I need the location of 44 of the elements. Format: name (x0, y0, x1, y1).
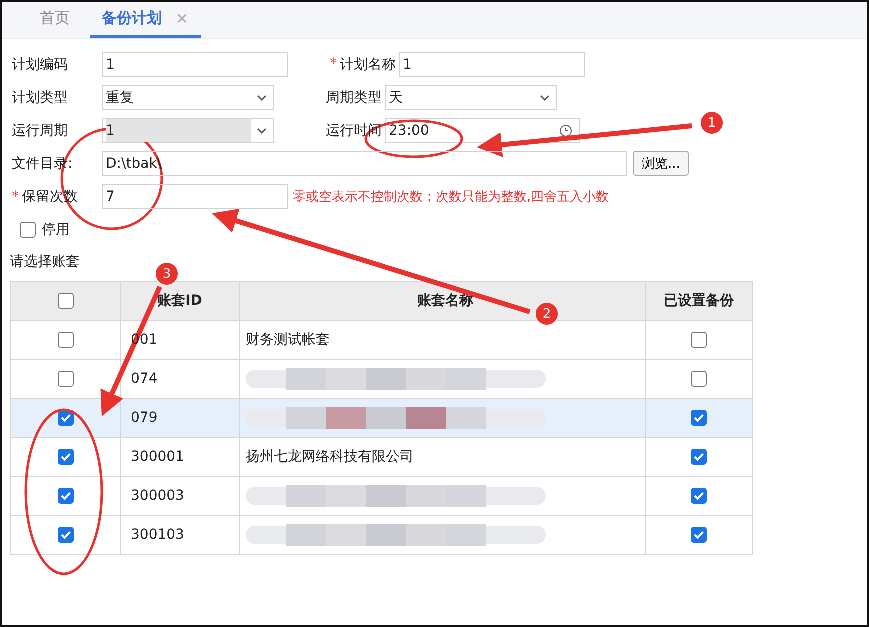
column-header: 已设置备份 (646, 282, 752, 320)
field-label: 运行周期 (12, 122, 69, 140)
field-label: 周期类型 (325, 88, 383, 106)
checkbox[interactable] (58, 488, 74, 504)
table-cell: 300001 (131, 449, 184, 465)
table-cell: 扬州七龙网络科技有限公司 (240, 438, 646, 476)
table-cell: 300103 (131, 527, 184, 543)
checkbox[interactable] (58, 449, 74, 466)
table-cell: 300003 (131, 488, 184, 504)
input-field[interactable]: 1 (399, 52, 585, 77)
caret-icon (257, 94, 267, 100)
tab[interactable]: 备份计划 ✕ (90, 9, 201, 38)
field-label: 计划名称 (340, 56, 396, 74)
checkbox[interactable] (20, 222, 36, 238)
checkbox[interactable] (691, 488, 707, 504)
number-badge: 1 (701, 112, 723, 134)
input-field[interactable]: 1 (102, 52, 288, 77)
checkbox[interactable] (58, 527, 74, 544)
required-mark: * (330, 56, 337, 74)
clock-icon (559, 124, 573, 138)
required-mark: * (12, 188, 19, 204)
field-label: 计划类型 (12, 88, 69, 106)
checkbox[interactable] (58, 371, 74, 388)
caret-icon (540, 94, 550, 100)
checkbox[interactable] (691, 449, 707, 466)
checkbox[interactable] (58, 293, 74, 310)
browse-button[interactable]: 浏览... (633, 151, 690, 176)
section-title: 请选择账套 (10, 253, 81, 271)
caret-icon (257, 128, 267, 134)
table-cell: 079 (131, 410, 158, 426)
checkbox[interactable] (58, 332, 74, 348)
checkbox[interactable] (691, 410, 707, 426)
checkbox-label: 停用 (42, 220, 70, 238)
column-header: 账套ID (120, 282, 240, 320)
hint-text: 零或空表示不控制次数；次数只能为整数,四舍五入小数 (293, 188, 610, 206)
input-field[interactable]: 7 (102, 184, 288, 209)
dropdown[interactable]: 重复 (102, 85, 274, 110)
field-label: 计划编码 (12, 56, 69, 74)
table-cell: 074 (131, 371, 158, 387)
checkbox[interactable] (691, 527, 707, 544)
checkbox[interactable] (691, 371, 707, 388)
number-badge: 3 (156, 263, 178, 285)
dropdown[interactable]: 天 (385, 85, 557, 110)
checkbox[interactable] (691, 332, 707, 348)
